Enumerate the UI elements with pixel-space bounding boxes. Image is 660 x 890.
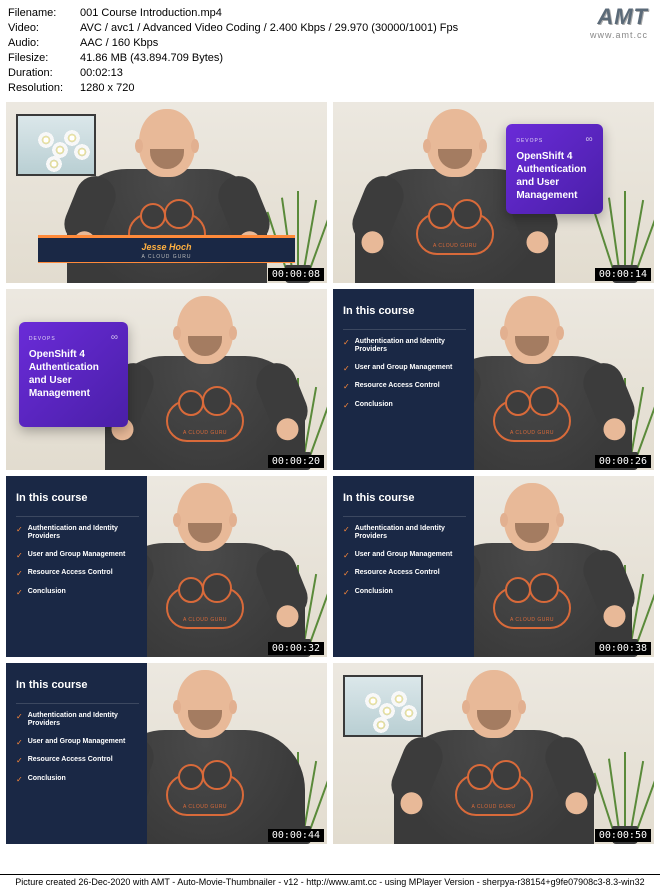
filesize-value: 41.86 MB (43.894.709 Bytes) [80, 51, 652, 66]
filename-value: 001 Course Introduction.mp4 [80, 6, 652, 21]
check-icon: ✓ [16, 525, 23, 535]
presenter: A CLOUD GURU [399, 666, 589, 844]
thumbnail-grid: A CLOUD GURU Jesse Hoch A CLOUD GURU 00:… [0, 100, 660, 850]
outline-slide: In this course ✓Authentication and Ident… [333, 289, 474, 470]
check-icon: ✓ [343, 588, 350, 598]
check-icon: ✓ [16, 756, 23, 766]
timestamp: 00:00:26 [595, 455, 651, 468]
check-icon: ✓ [343, 338, 350, 348]
video-value: AVC / avc1 / Advanced Video Coding / 2.4… [80, 21, 652, 36]
footer-credit: Picture created 26-Dec-2020 with AMT - A… [0, 874, 660, 890]
amt-logo: AMT www.amt.cc [590, 4, 648, 40]
timestamp: 00:00:08 [268, 268, 324, 281]
timestamp: 00:00:14 [595, 268, 651, 281]
audio-label: Audio: [8, 36, 80, 51]
thumbnail: A CLOUD GURU 00:00:50 [333, 663, 654, 844]
thumbnail: A CLOUD GURU ∞ DEVOPS OpenShift 4 Authen… [333, 102, 654, 283]
lower-third: Jesse Hoch A CLOUD GURU [38, 235, 295, 263]
check-icon: ✓ [343, 525, 350, 535]
video-label: Video: [8, 21, 80, 36]
check-icon: ✓ [343, 382, 350, 392]
logo-text: AMT [590, 4, 648, 30]
timestamp: 00:00:50 [595, 829, 651, 842]
check-icon: ✓ [16, 712, 23, 722]
presenter: A CLOUD GURU [110, 292, 300, 470]
check-icon: ✓ [343, 364, 350, 374]
timestamp: 00:00:38 [595, 642, 651, 655]
presenter-org: A CLOUD GURU [38, 254, 295, 260]
thumbnail: A CLOUD GURU In this course ✓Authenticat… [333, 476, 654, 657]
check-icon: ✓ [16, 738, 23, 748]
check-icon: ✓ [16, 775, 23, 785]
thumbnail: A CLOUD GURU In this course ✓Authenticat… [6, 476, 327, 657]
filesize-label: Filesize: [8, 51, 80, 66]
metadata-header: AMT www.amt.cc Filename:001 Course Intro… [0, 0, 660, 100]
title-slide: ∞ DEVOPS OpenShift 4 Authentication and … [19, 322, 128, 427]
presenter-name: Jesse Hoch [38, 242, 295, 252]
resolution-value: 1280 x 720 [80, 81, 652, 96]
timestamp: 00:00:44 [268, 829, 324, 842]
thumbnail: A CLOUD GURU ∞ DEVOPS OpenShift 4 Authen… [6, 289, 327, 470]
logo-url: www.amt.cc [590, 30, 648, 40]
thumbnail: A CLOUD GURU In this course ✓Authenticat… [333, 289, 654, 470]
resolution-label: Resolution: [8, 81, 80, 96]
timestamp: 00:00:32 [268, 642, 324, 655]
check-icon: ✓ [16, 551, 23, 561]
check-icon: ✓ [343, 401, 350, 411]
thumbnail: A CLOUD GURU Jesse Hoch A CLOUD GURU 00:… [6, 102, 327, 283]
outline-slide: In this course ✓Authentication and Ident… [6, 663, 147, 844]
duration-label: Duration: [8, 66, 80, 81]
thumbnail: A CLOUD GURU In this course ✓Authenticat… [6, 663, 327, 844]
filename-label: Filename: [8, 6, 80, 21]
timestamp: 00:00:20 [268, 455, 324, 468]
check-icon: ✓ [16, 569, 23, 579]
check-icon: ✓ [343, 551, 350, 561]
outline-slide: In this course ✓Authentication and Ident… [6, 476, 147, 657]
outline-slide: In this course ✓Authentication and Ident… [333, 476, 474, 657]
duration-value: 00:02:13 [80, 66, 652, 81]
title-slide: ∞ DEVOPS OpenShift 4 Authentication and … [506, 124, 602, 215]
check-icon: ✓ [16, 588, 23, 598]
audio-value: AAC / 160 Kbps [80, 36, 652, 51]
check-icon: ✓ [343, 569, 350, 579]
